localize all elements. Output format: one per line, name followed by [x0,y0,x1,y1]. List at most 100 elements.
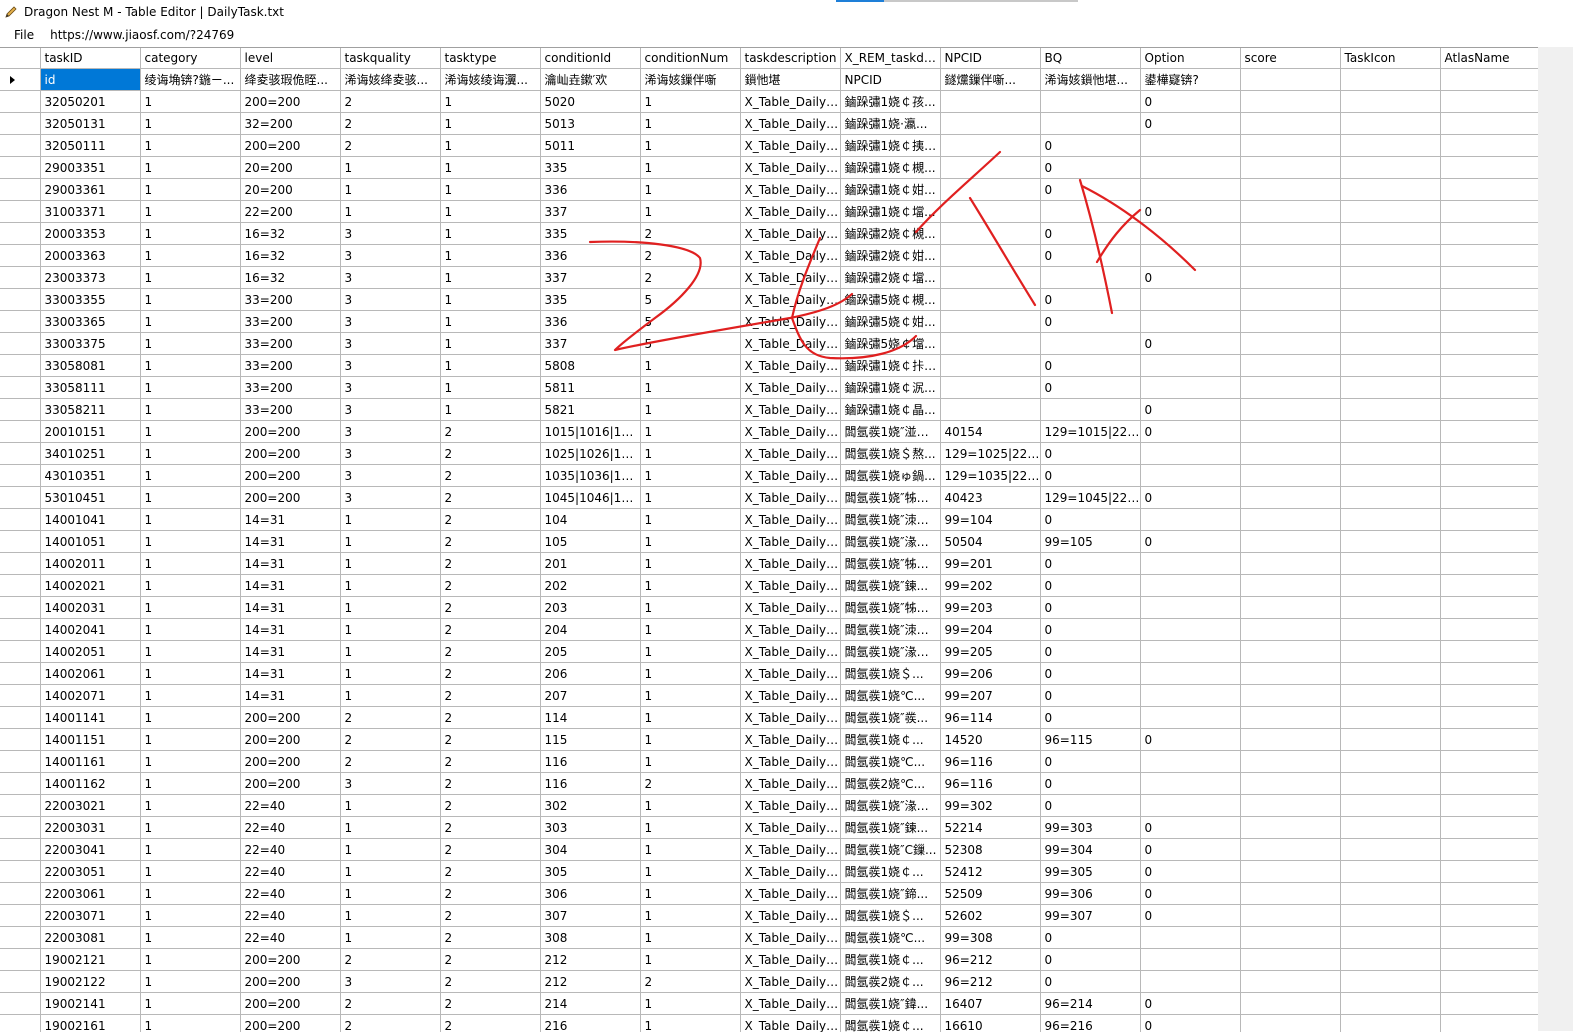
table-cell[interactable]: 2 [440,817,540,839]
row-header[interactable] [0,839,40,861]
row-header[interactable] [0,289,40,311]
table-cell[interactable]: 1025|1026|1027|... [540,443,640,465]
table-cell[interactable]: 1 [340,531,440,553]
table-cell[interactable]: 336 [540,179,640,201]
row-header[interactable] [0,971,40,993]
table-cell[interactable]: 22003051 [40,861,140,883]
table-cell[interactable]: 1 [140,927,240,949]
table-cell[interactable] [1340,245,1440,267]
table-cell[interactable] [1440,861,1538,883]
table-cell[interactable]: 105 [540,531,640,553]
table-cell[interactable]: X_Table_DailyTa... [740,355,840,377]
table-cell[interactable]: 52308 [940,839,1040,861]
table-cell[interactable]: 0 [1040,663,1140,685]
row-header[interactable] [0,421,40,443]
table-cell[interactable] [1340,685,1440,707]
table-cell[interactable]: 99=201 [940,553,1040,575]
table-cell[interactable]: 鏀跺彇1娆￠壋... [840,201,940,223]
table-cell[interactable]: 2 [340,949,440,971]
table-row[interactable]: 29003361120=200113361X_Table_DailyTa...鏀… [0,179,1538,201]
table-cell[interactable]: 14001141 [40,707,140,729]
table-cell[interactable]: 闆氬彂1娆″牬鐨... [840,487,940,509]
table-cell[interactable] [1340,377,1440,399]
table-cell[interactable] [1440,377,1538,399]
column-header[interactable]: taskdescription [740,48,840,69]
table-cell[interactable]: 200=200 [240,1015,340,1032]
table-cell[interactable]: 浠诲姟鎻忚堪... [1040,69,1140,91]
table-cell[interactable]: 1 [340,927,440,949]
column-header[interactable]: NPCID [940,48,1040,69]
table-cell[interactable] [1440,465,1538,487]
table-cell[interactable] [1440,267,1538,289]
table-cell[interactable]: 1 [640,641,740,663]
table-row[interactable]: 22003021122=40123021X_Table_DailyTa...闆氬… [0,795,1538,817]
table-cell[interactable]: 闆氬彂1娆￠... [840,861,940,883]
table-row[interactable]: 14002021114=31122021X_Table_DailyTa...闆氬… [0,575,1538,597]
table-cell[interactable]: 0 [1140,817,1240,839]
table-cell[interactable]: 1 [640,113,740,135]
table-cell[interactable]: 1 [340,861,440,883]
table-cell[interactable]: 14001161 [40,751,140,773]
table-row[interactable]: 14002041114=31122041X_Table_DailyTa...闆氬… [0,619,1538,641]
table-cell[interactable]: 5811 [540,377,640,399]
table-cell[interactable] [1140,465,1240,487]
table-cell[interactable] [1440,641,1538,663]
table-cell[interactable]: 2 [440,751,540,773]
table-cell[interactable]: 瀹屾垚鏉′欢 [540,69,640,91]
table-cell[interactable]: 0 [1040,443,1140,465]
row-header[interactable] [0,69,40,91]
table-cell[interactable]: 336 [540,245,640,267]
table-cell[interactable]: 115 [540,729,640,751]
table-cell[interactable]: 鎻忚堪 [740,69,840,91]
table-cell[interactable]: X_Table_DailyTa... [740,751,840,773]
table-cell[interactable]: 2 [440,663,540,685]
table-cell[interactable]: 鍙樺寲锛? [1140,69,1240,91]
table-cell[interactable]: 5020 [540,91,640,113]
table-cell[interactable]: 335 [540,157,640,179]
table-cell[interactable]: 1 [640,465,740,487]
table-cell[interactable]: 1 [640,707,740,729]
column-header[interactable]: BQ [1040,48,1140,69]
table-cell[interactable]: 1 [440,267,540,289]
row-header[interactable] [0,443,40,465]
column-header[interactable]: conditionId [540,48,640,69]
row-header[interactable] [0,91,40,113]
table-cell[interactable] [1140,223,1240,245]
row-header[interactable] [0,267,40,289]
table-cell[interactable]: 16=32 [240,267,340,289]
table-row[interactable]: 33003375133=200313375X_Table_DailyTa...鏀… [0,333,1538,355]
table-row[interactable]: 14002061114=31122061X_Table_DailyTa...闆氬… [0,663,1538,685]
table-cell[interactable] [1340,619,1440,641]
table-cell[interactable]: 1 [440,289,540,311]
table-cell[interactable]: 闆氬彂1娆″鍊... [840,575,940,597]
table-cell[interactable]: 2 [340,135,440,157]
table-cell[interactable]: 1 [340,553,440,575]
table-cell[interactable]: 鏀跺彇1娆￠孩... [840,91,940,113]
table-cell[interactable]: X_Table_DailyTa... [740,179,840,201]
table-cell[interactable]: 2 [440,597,540,619]
table-cell[interactable]: X_Table_DailyTa... [740,553,840,575]
table-cell[interactable] [1040,267,1140,289]
table-cell[interactable]: 22=40 [240,905,340,927]
table-cell[interactable]: 闆氬彂1娆″湪鐨... [840,641,940,663]
table-cell[interactable]: 鏀跺彇1娆·瀛... [840,113,940,135]
table-cell[interactable]: X_Table_DailyTa... [740,927,840,949]
table-cell[interactable] [1140,157,1240,179]
table-cell[interactable]: 0 [1040,597,1140,619]
table-cell[interactable]: 1 [640,487,740,509]
table-cell[interactable]: 33=200 [240,289,340,311]
table-cell[interactable]: 43010351 [40,465,140,487]
table-cell[interactable]: 1 [140,795,240,817]
table-cell[interactable]: 99=205 [940,641,1040,663]
table-cell[interactable] [1140,685,1240,707]
table-cell[interactable]: 1 [640,839,740,861]
table-cell[interactable]: 307 [540,905,640,927]
table-cell[interactable]: 200=200 [240,487,340,509]
table-row[interactable]: 22003041122=40123041X_Table_DailyTa...闆氬… [0,839,1538,861]
table-cell[interactable]: 鏀跺彇2娆￠壋... [840,267,940,289]
table-cell[interactable]: 99=206 [940,663,1040,685]
table-row[interactable]: 22003081122=40123081X_Table_DailyTa...闆氬… [0,927,1538,949]
table-cell[interactable] [940,399,1040,421]
table-cell[interactable] [1240,641,1340,663]
row-header[interactable] [0,355,40,377]
